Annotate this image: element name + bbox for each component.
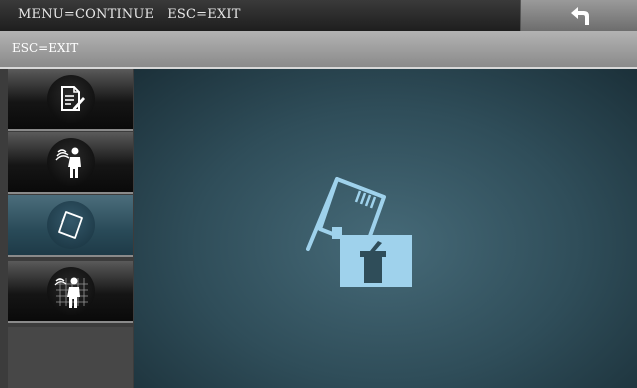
return-arrow-icon [570, 6, 589, 25]
sidebar-item-card[interactable] [8, 195, 133, 257]
sidebar-empty-area [8, 327, 133, 388]
sidebar-item-document[interactable] [8, 69, 133, 131]
esc-hint: ESC=EXIT [12, 41, 79, 55]
menu-hint: MENU=CONTINUE ESC=EXIT [18, 7, 241, 22]
main-panel [134, 69, 637, 388]
person-sensor-icon [54, 147, 81, 178]
sidebar-item-person-sensor[interactable] [8, 132, 133, 194]
card-delete-icon [306, 177, 412, 287]
sidebar [0, 69, 134, 388]
sidebar-item-disc [46, 267, 95, 315]
sidebar-item-disc [46, 75, 95, 123]
back-button[interactable] [520, 0, 637, 31]
sub-bar: ESC=EXIT [0, 31, 637, 69]
top-bar: MENU=CONTINUE ESC=EXIT [0, 0, 637, 32]
card-icon [57, 211, 83, 239]
person-scan-icon [54, 277, 88, 308]
sidebar-item-person-scan[interactable] [8, 261, 133, 323]
sidebar-item-disc [46, 138, 95, 186]
sidebar-item-disc [46, 201, 95, 249]
document-edit-icon [60, 86, 85, 111]
